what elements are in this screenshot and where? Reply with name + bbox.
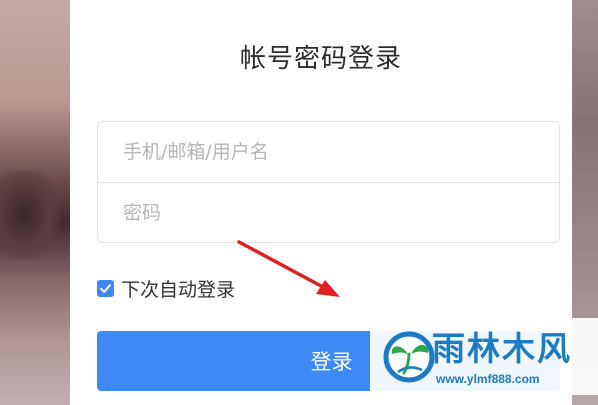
background-photo-left <box>0 0 70 405</box>
login-button-label: 登录 <box>310 350 353 374</box>
remember-checkbox[interactable] <box>97 279 114 297</box>
check-icon <box>100 283 111 293</box>
credentials-box <box>97 121 560 243</box>
remember-me[interactable]: 下次自动登录 <box>97 276 236 301</box>
watermark-name: 雨林木风 <box>432 329 572 368</box>
background-shadow <box>0 170 60 260</box>
password-input[interactable] <box>98 183 559 243</box>
red-arrow-icon <box>237 240 340 297</box>
watermark-url: www.ylmf888.com <box>436 372 540 386</box>
username-input[interactable] <box>98 122 559 182</box>
page-title: 帐号密码登录 <box>239 44 402 74</box>
watermark: 雨林木风 www.ylmf888.com <box>370 318 598 395</box>
remember-label: 下次自动登录 <box>121 278 236 301</box>
